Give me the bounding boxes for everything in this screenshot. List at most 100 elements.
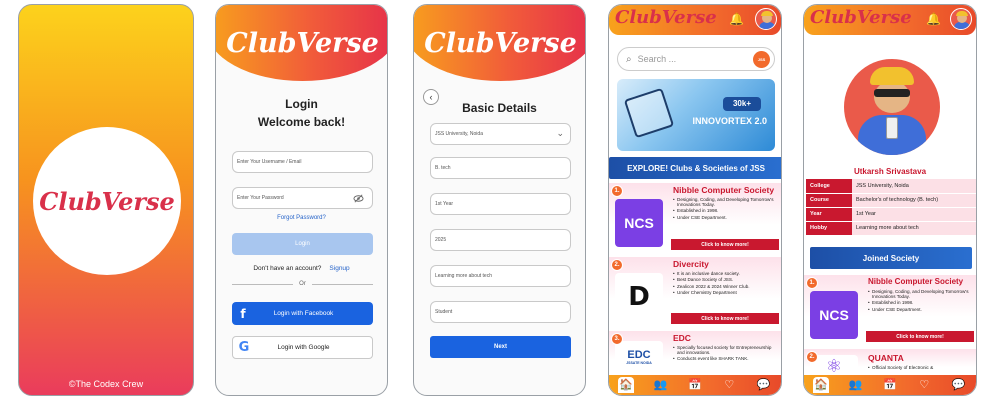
no-account-text: Don't have an account? xyxy=(253,265,322,272)
society-name: QUANTA xyxy=(868,353,904,363)
user-name: Utkarsh Srivastava xyxy=(853,167,927,176)
college-select[interactable]: JSS University, Noida ⌄ xyxy=(430,123,571,145)
course-value: B. tech xyxy=(435,165,451,171)
banner-count: 30k+ xyxy=(723,97,761,111)
detail-item: Designing, Coding, and Developing Tomorr… xyxy=(673,197,777,207)
search-input[interactable]: ⌕ Search ... JSS xyxy=(617,47,775,71)
forgot-password-link[interactable]: Forgot Password? xyxy=(216,215,387,221)
avatar-drink xyxy=(886,117,898,139)
society-details: Specially focused society for Entreprene… xyxy=(673,345,777,363)
societies-icon[interactable]: 👥 xyxy=(848,377,864,393)
society-logo-sub: JSSATE NOIDA xyxy=(626,361,652,365)
avatar-head xyxy=(874,81,910,113)
bell-icon[interactable]: 🔔 xyxy=(729,12,744,26)
card-number: 1. xyxy=(611,185,623,197)
app-logo: ClubVerse xyxy=(39,186,175,216)
header-banner: ClubVerse xyxy=(216,5,387,81)
avatar-hat xyxy=(956,11,968,16)
facebook-icon: f xyxy=(240,306,246,321)
password-field[interactable]: Enter Your Password xyxy=(232,187,373,209)
society-name: EDC xyxy=(673,333,691,343)
page-title: Login xyxy=(285,97,318,111)
detail-item: Under Chemistry Department xyxy=(673,290,777,295)
society-logo-text: EDC xyxy=(627,349,651,361)
course-field[interactable]: B. tech xyxy=(430,157,571,179)
table-row: College JSS University, Noida xyxy=(806,179,976,194)
detail-item: Conducts event like SHARK TANK. xyxy=(673,356,777,361)
eye-off-icon[interactable] xyxy=(353,193,364,204)
societies-icon[interactable]: 👥 xyxy=(653,377,669,393)
app-logo: ClubVerse xyxy=(615,7,717,28)
info-key: Year xyxy=(806,207,852,222)
detail-item: Established in 1998. xyxy=(673,208,777,213)
know-more-button[interactable]: Click to know more! xyxy=(671,313,779,324)
calendar-icon[interactable]: 📅 xyxy=(687,377,703,393)
society-card[interactable]: EDC JSSATE NOIDA 3. EDC Specially focuse… xyxy=(609,331,781,379)
login-button[interactable]: Login xyxy=(232,233,373,255)
chat-icon[interactable]: 💬 xyxy=(756,377,772,393)
detail-item: Designing, Coding, and Developing Tomorr… xyxy=(868,289,972,299)
avatar-glasses xyxy=(874,89,910,97)
signup-link[interactable]: Signup xyxy=(329,265,349,272)
page-title: Basic Details xyxy=(462,101,537,115)
section-title: EXPLORE! Clubs & Societies of JSS xyxy=(609,157,781,179)
society-logo: D xyxy=(615,273,663,321)
society-card[interactable]: NCS 1. Nibble Computer Society Designing… xyxy=(609,183,781,253)
or-divider: Or xyxy=(232,281,374,287)
society-details: Official Society of Electronic & xyxy=(868,365,972,371)
next-button[interactable]: Next xyxy=(430,336,571,358)
header-banner: ClubVerse xyxy=(414,5,585,81)
society-card[interactable]: NCS 1. Nibble Computer Society Designing… xyxy=(804,275,976,345)
society-details: Designing, Coding, and Developing Tomorr… xyxy=(673,197,777,221)
splash-screen: ClubVerse ©The Codex Crew xyxy=(18,4,194,396)
role-field[interactable]: Student xyxy=(430,301,571,323)
society-card[interactable]: D 2. Divercity It is an inclusive dance … xyxy=(609,257,781,327)
card-number: 3. xyxy=(611,333,623,345)
info-key: Course xyxy=(806,193,852,208)
avatar[interactable] xyxy=(950,8,972,30)
home-icon[interactable]: 🏠 xyxy=(618,377,635,393)
batch-value: 2025 xyxy=(435,237,447,243)
splash-logo-circle: ClubVerse xyxy=(33,127,181,275)
event-banner[interactable]: 30k+ INNOVORTEX 2.0 xyxy=(617,79,775,151)
batch-field[interactable]: 2025 xyxy=(430,229,571,251)
detail-item: Specially focused society for Entreprene… xyxy=(673,345,777,355)
profile-info-table: College JSS University, Noida Course Bache… xyxy=(806,179,976,236)
info-value: Bachelor's of technology (B. tech) xyxy=(852,193,976,208)
info-value: JSS University, Noida xyxy=(852,179,976,194)
username-placeholder: Enter Your Username / Email xyxy=(237,159,302,165)
bottom-nav: 🏠 👥 📅 ♡ 💬 xyxy=(804,375,976,395)
avatar[interactable] xyxy=(755,8,777,30)
year-value: 1st Year xyxy=(435,201,454,207)
hobby-field[interactable]: Learning more about tech xyxy=(430,265,571,287)
basic-details-screen: ClubVerse ‹ Basic Details JSS University… xyxy=(413,4,586,396)
info-key: College xyxy=(806,179,852,194)
year-field[interactable]: 1st Year xyxy=(430,193,571,215)
app-logo: ClubVerse xyxy=(226,28,379,59)
chevron-down-icon: ⌄ xyxy=(556,128,564,138)
heart-icon[interactable]: ♡ xyxy=(916,377,932,393)
app-logo: ClubVerse xyxy=(810,7,912,28)
card-number: 1. xyxy=(806,277,818,289)
page-subtitle: Welcome back! xyxy=(257,115,346,129)
bell-icon[interactable]: 🔔 xyxy=(926,12,941,26)
top-bar: ClubVerse 🔔 xyxy=(609,5,781,35)
home-icon[interactable]: 🏠 xyxy=(813,377,830,393)
college-value: JSS University, Noida xyxy=(435,131,483,137)
know-more-button[interactable]: Click to know more! xyxy=(671,239,779,250)
google-login-button[interactable]: G Login with Google xyxy=(232,336,373,359)
username-field[interactable]: Enter Your Username / Email xyxy=(232,151,373,173)
facebook-login-button[interactable]: f Login with Facebook xyxy=(232,302,373,325)
chat-icon[interactable]: 💬 xyxy=(951,377,967,393)
know-more-button[interactable]: Click to know more! xyxy=(866,331,974,342)
heart-icon[interactable]: ♡ xyxy=(721,377,737,393)
detail-item: Official Society of Electronic & xyxy=(868,365,972,370)
detail-item: Under CSE Department. xyxy=(673,215,777,220)
calendar-icon[interactable]: 📅 xyxy=(882,377,898,393)
info-value: 1st Year xyxy=(852,207,976,222)
society-name: Nibble Computer Society xyxy=(868,277,964,286)
detail-item: Established in 1998. xyxy=(868,300,972,305)
table-row: Hobby Learning more about tech xyxy=(806,221,976,236)
society-name: Divercity xyxy=(673,259,709,269)
divider-line xyxy=(232,283,294,285)
